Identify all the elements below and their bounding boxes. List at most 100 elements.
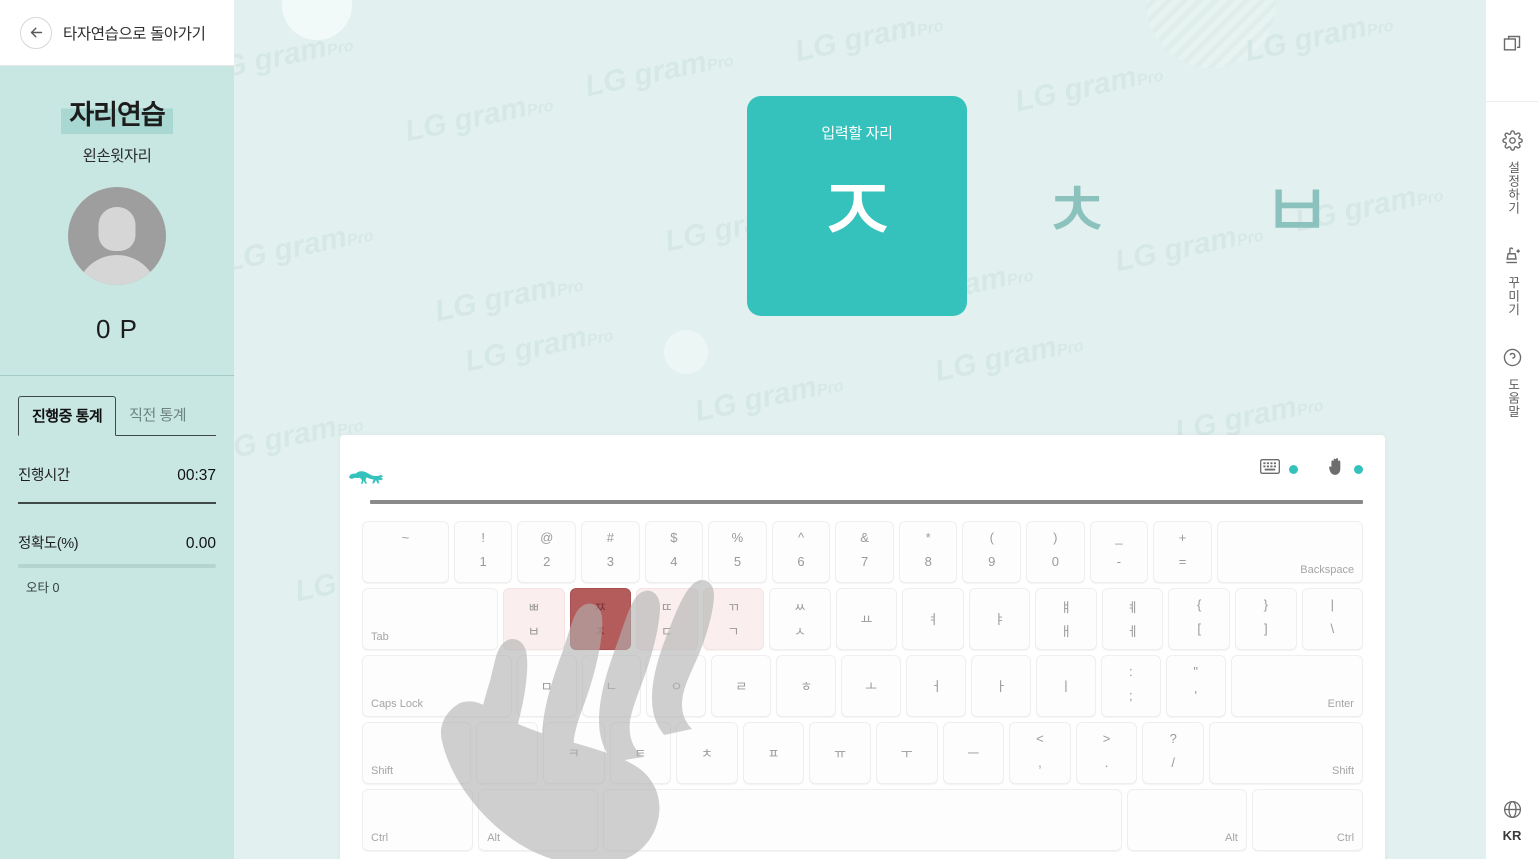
key-legend: ㅠ bbox=[834, 746, 847, 761]
key-tab[interactable]: Tab bbox=[362, 588, 498, 650]
watermark-text: LG gramPro bbox=[1242, 10, 1396, 69]
key-;[interactable]: :; bbox=[1100, 655, 1161, 717]
key-ㅅ[interactable]: ㅆㅅ bbox=[769, 588, 831, 650]
key-ㅎ[interactable]: ㅎ bbox=[776, 655, 837, 717]
key-ㄴ[interactable]: ㄴ bbox=[581, 655, 642, 717]
key-ㅕ[interactable]: ㅕ bbox=[902, 588, 964, 650]
back-bar[interactable]: 타자연습으로 돌아가기 bbox=[0, 0, 234, 66]
app-root: 타자연습으로 돌아가기 자리연습 왼손윗자리 0 P 진행중 통계 직전 통계 … bbox=[0, 0, 1538, 859]
key-ㅛ[interactable]: ㅛ bbox=[835, 588, 898, 650]
key-alt[interactable]: Alt bbox=[1126, 789, 1247, 851]
key-,[interactable]: <, bbox=[1009, 722, 1071, 784]
key-ㅍ[interactable]: ㅍ bbox=[742, 722, 805, 784]
hand-toggle-indicator[interactable] bbox=[1354, 464, 1363, 474]
key-legend-upper: ) bbox=[1053, 530, 1058, 545]
rail-item-language[interactable]: KR bbox=[1486, 799, 1538, 843]
key-ㅈ[interactable]: ㅉㅈ bbox=[569, 588, 632, 650]
key-ㅗ[interactable]: ㅗ bbox=[841, 655, 902, 717]
key-ctrl[interactable]: Ctrl bbox=[362, 789, 474, 851]
key-3[interactable]: #3 bbox=[581, 521, 640, 583]
key-1[interactable]: ! 1 bbox=[453, 521, 513, 583]
rail-item-help[interactable]: 도움말 bbox=[1486, 347, 1538, 418]
key-backspace[interactable]: Backspace bbox=[1216, 521, 1364, 583]
key-8[interactable]: * 8 bbox=[898, 521, 958, 583]
key-ctrl[interactable]: Ctrl bbox=[1251, 789, 1364, 851]
key-ㅇ[interactable]: ㅇ bbox=[646, 655, 707, 717]
key-caps-lock[interactable]: Caps Lock bbox=[362, 655, 512, 717]
key-2[interactable]: @2 bbox=[517, 521, 577, 583]
rail-item-decorate[interactable]: 꾸미기 bbox=[1486, 245, 1538, 317]
key-legend: ㅗ bbox=[865, 679, 878, 694]
key-legend-lower: , bbox=[1038, 755, 1042, 770]
key-legend-upper: % bbox=[731, 530, 744, 545]
key-ㅜ[interactable]: ㅜ bbox=[875, 722, 938, 784]
key-.[interactable]: >. bbox=[1075, 722, 1138, 784]
avatar[interactable] bbox=[68, 187, 166, 285]
key-ㅔ[interactable]: ㅖㅔ bbox=[1101, 588, 1164, 650]
rail-item-settings[interactable]: 설정하기 bbox=[1486, 130, 1538, 215]
key-ㅊ[interactable]: ㅊ bbox=[676, 722, 738, 784]
key-alt[interactable]: Alt bbox=[478, 789, 599, 851]
stat-value-elapsed: 00:37 bbox=[177, 467, 216, 484]
key-ㅂ[interactable]: ㅃㅂ bbox=[502, 588, 565, 650]
key-ㅏ[interactable]: ㅏ bbox=[971, 655, 1031, 717]
key-enter[interactable]: Enter bbox=[1230, 655, 1363, 717]
key-legend-upper: : bbox=[1128, 664, 1133, 679]
current-character-caption: 입력할 자리 bbox=[821, 125, 893, 142]
key-ㄹ[interactable]: ㄹ bbox=[711, 655, 772, 717]
key-=[interactable]: + = bbox=[1153, 521, 1212, 583]
key--[interactable]: _ - bbox=[1089, 521, 1149, 583]
key-ㅠ[interactable]: ㅠ bbox=[809, 722, 871, 784]
key-9[interactable]: (9 bbox=[962, 521, 1022, 583]
key-'[interactable]: " ' bbox=[1165, 655, 1226, 717]
key-7[interactable]: & 7 bbox=[835, 521, 894, 583]
key-5[interactable]: % 5 bbox=[708, 521, 767, 583]
key-blank[interactable] bbox=[603, 789, 1122, 851]
key-ㅐ[interactable]: ㅒㅐ bbox=[1035, 588, 1097, 650]
keyboard-toggles bbox=[1260, 457, 1363, 481]
key-legend-lower: 0 bbox=[1051, 554, 1059, 569]
stats-panel: 진행시간 00:37 정확도(%) 0.00 오타 0 bbox=[0, 464, 234, 596]
key-legend: ㅍ bbox=[767, 746, 780, 761]
key-4[interactable]: $4 bbox=[644, 521, 704, 583]
key-blank[interactable] bbox=[476, 722, 538, 784]
key-ㅣ[interactable]: ㅣ bbox=[1035, 655, 1096, 717]
key-0[interactable]: ) 0 bbox=[1026, 521, 1085, 583]
key-6[interactable]: ^ 6 bbox=[771, 521, 831, 583]
keyboard-toggle-indicator[interactable] bbox=[1289, 464, 1298, 474]
key-legend-upper: ㅉ bbox=[594, 600, 607, 615]
key-ㅁ[interactable]: ㅁ bbox=[516, 655, 577, 717]
key-ㄷ[interactable]: ㄸㄷ bbox=[636, 588, 698, 650]
key-shift[interactable]: Shift bbox=[362, 722, 472, 784]
tab-previous-stats[interactable]: 직전 통계 bbox=[116, 396, 199, 436]
key-legend-lower: 9 bbox=[988, 554, 996, 569]
key-\[interactable]: | \ bbox=[1301, 588, 1364, 650]
key-blank[interactable]: ~ bbox=[362, 521, 449, 583]
key-legend-corner: Tab bbox=[371, 631, 389, 643]
key-shift[interactable]: Shift bbox=[1209, 722, 1363, 784]
key-ㅌ[interactable]: ㅌ bbox=[609, 722, 672, 784]
key-ㅋ[interactable]: ㅋ bbox=[542, 722, 605, 784]
key-ㄱ[interactable]: ㄲㄱ bbox=[702, 588, 765, 650]
stat-row-elapsed: 진행시간 00:37 bbox=[18, 464, 216, 485]
key-legend-corner: Ctrl bbox=[371, 832, 389, 844]
keyboard-icon[interactable] bbox=[1260, 459, 1280, 479]
key-legend-lower: . bbox=[1104, 755, 1109, 770]
rail-separator-1 bbox=[1485, 101, 1538, 102]
key-ㅡ[interactable]: ㅡ bbox=[942, 722, 1005, 784]
arrow-left-icon[interactable] bbox=[20, 16, 52, 49]
key-legend-lower: / bbox=[1171, 755, 1175, 770]
hand-icon[interactable] bbox=[1328, 457, 1345, 481]
watermark-text: LG gramPro bbox=[692, 370, 846, 429]
key-/[interactable]: ? / bbox=[1142, 722, 1204, 784]
key-[[interactable]: {[ bbox=[1168, 588, 1230, 650]
key-legend-lower: 5 bbox=[733, 554, 742, 569]
keyboard-row: Shift ㅋㅌㅊㅍㅠㅜㅡ <, >.? / Shift bbox=[362, 722, 1363, 784]
tab-current-stats[interactable]: 진행중 통계 bbox=[18, 396, 117, 436]
rail-item-window[interactable] bbox=[1486, 34, 1538, 59]
key-ㅑ[interactable]: ㅑ bbox=[968, 588, 1031, 650]
key-][interactable]: }] bbox=[1234, 588, 1297, 650]
key-ㅓ[interactable]: ㅓ bbox=[906, 655, 967, 717]
stat-value-accuracy: 0.00 bbox=[185, 534, 216, 552]
key-legend-lower: ' bbox=[1194, 688, 1197, 703]
